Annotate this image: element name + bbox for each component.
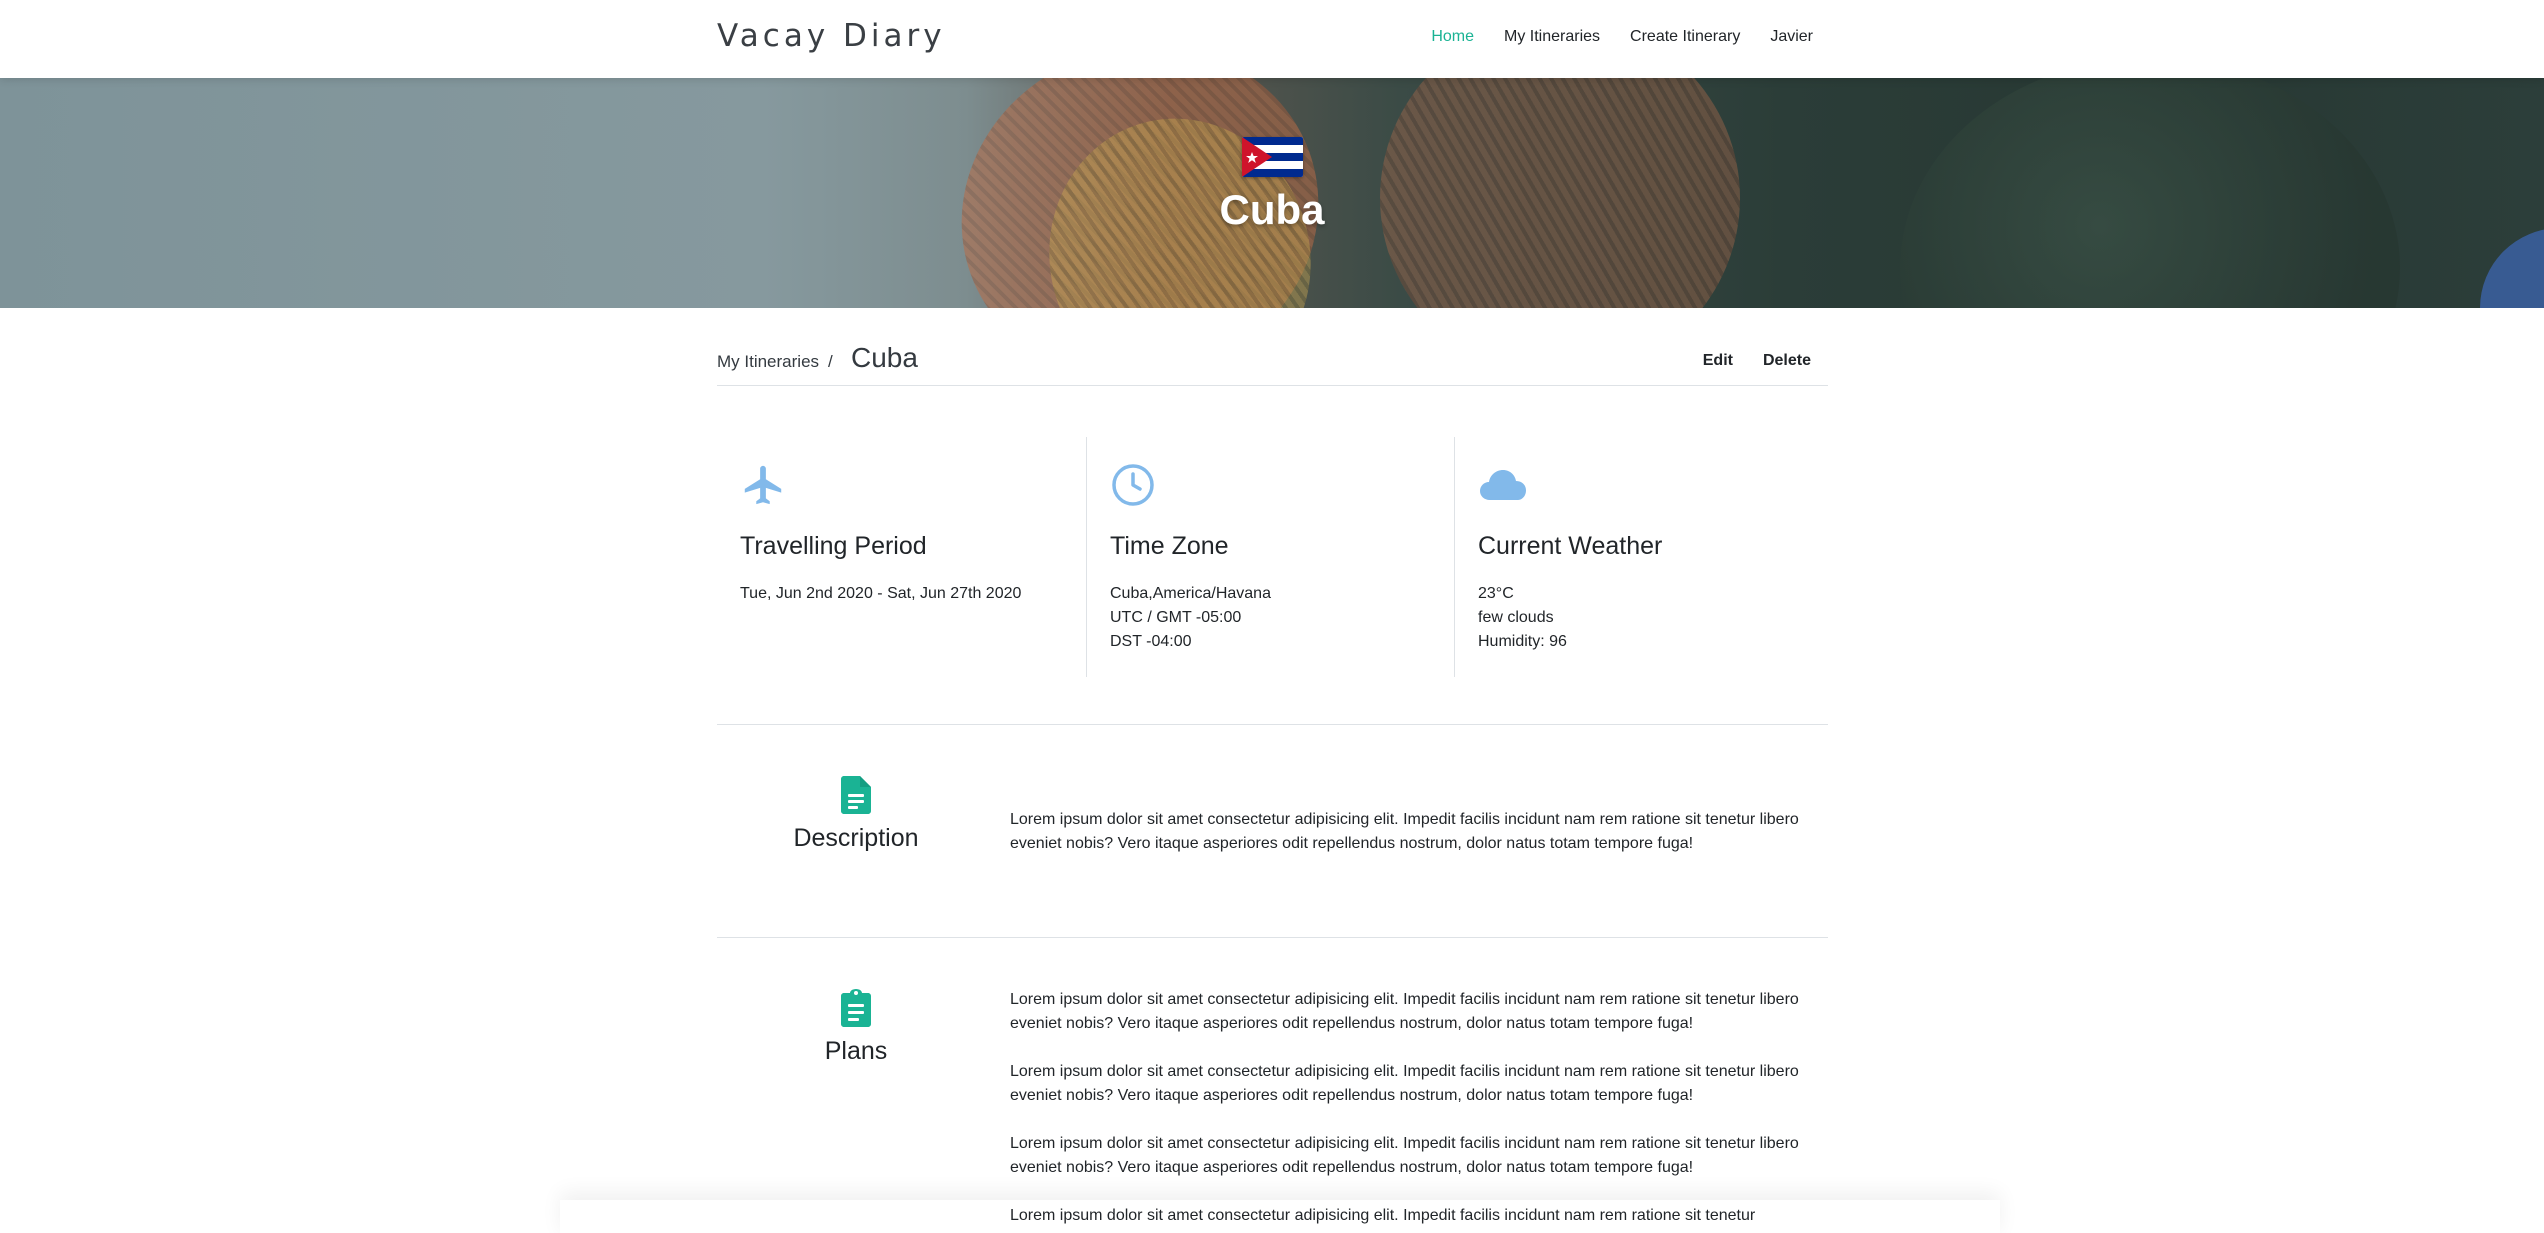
section-divider [717,724,1828,725]
document-icon [841,776,871,814]
breadcrumb-my-itineraries[interactable]: My Itineraries [717,352,819,372]
nav-home[interactable]: Home [1431,28,1474,46]
section-title: Plans [824,1037,888,1065]
breadcrumb-separator: / [828,352,833,371]
brand-logo[interactable]: Vacay Diary [717,18,946,54]
nav-user-javier[interactable]: Javier [1770,28,1813,46]
nav-create-itinerary[interactable]: Create Itinerary [1630,28,1740,46]
info-cards: Travelling Period Tue, Jun 2nd 2020 - Sa… [717,437,1828,677]
travelling-period-card: Travelling Period Tue, Jun 2nd 2020 - Sa… [717,437,1086,677]
clipboard-icon [841,989,871,1027]
card-content: Tue, Jun 2nd 2020 - Sat, Jun 27th 2020 [740,582,1021,606]
timezone-utc-offset: UTC / GMT -05:00 [1110,609,1242,626]
timezone-dst-offset: DST -04:00 [1110,633,1192,650]
section-divider [717,937,1828,938]
card-title: Travelling Period [740,532,927,560]
itinerary-actions: Edit Delete [1703,352,1811,370]
cloud-icon [1478,462,1526,508]
hero-balloon-shape [2480,228,2544,308]
card-content: Cuba,America/Havana UTC / GMT -05:00 DST… [1110,582,1271,654]
card-title: Current Weather [1478,532,1663,560]
plans-header: Plans [716,989,996,1066]
plan-item: Lorem ipsum dolor sit amet consectetur a… [1010,991,1799,1032]
edit-button[interactable]: Edit [1703,352,1733,370]
nav-my-itineraries[interactable]: My Itineraries [1504,28,1600,46]
hero-title: Cuba [1219,186,1325,233]
breadcrumb: My Itineraries / Cuba Edit Delete [717,340,1828,386]
top-navbar: Vacay Diary Home My Itineraries Create I… [0,0,2544,78]
footer-shadow [560,1200,2000,1233]
plan-item: Lorem ipsum dolor sit amet consectetur a… [1010,1063,1799,1104]
weather-condition: few clouds [1478,609,1554,626]
hero-banner: Cuba [0,78,2544,308]
plan-item: Lorem ipsum dolor sit amet consectetur a… [1010,1135,1799,1176]
card-title: Time Zone [1110,532,1229,560]
delete-button[interactable]: Delete [1763,352,1811,370]
airplane-icon [740,462,786,508]
breadcrumb-current: Cuba [851,342,918,373]
weather-temperature: 23°C [1478,585,1514,602]
section-title: Description [793,824,919,852]
weather-humidity: Humidity: 96 [1478,633,1567,650]
cuba-flag-icon [1242,137,1303,177]
description-header: Description [716,776,996,853]
current-weather-card: Current Weather 23°C few clouds Humidity… [1454,437,1823,677]
description-text: Lorem ipsum dolor sit amet consectetur a… [1010,811,1799,852]
travel-dates: Tue, Jun 2nd 2020 - Sat, Jun 27th 2020 [740,585,1022,602]
time-zone-card: Time Zone Cuba,America/Havana UTC / GMT … [1086,437,1455,677]
timezone-name: Cuba,America/Havana [1110,585,1271,602]
main-nav: Home My Itineraries Create Itinerary Jav… [1431,28,1813,46]
clock-icon [1110,462,1156,508]
card-content: 23°C few clouds Humidity: 96 [1478,582,1567,654]
